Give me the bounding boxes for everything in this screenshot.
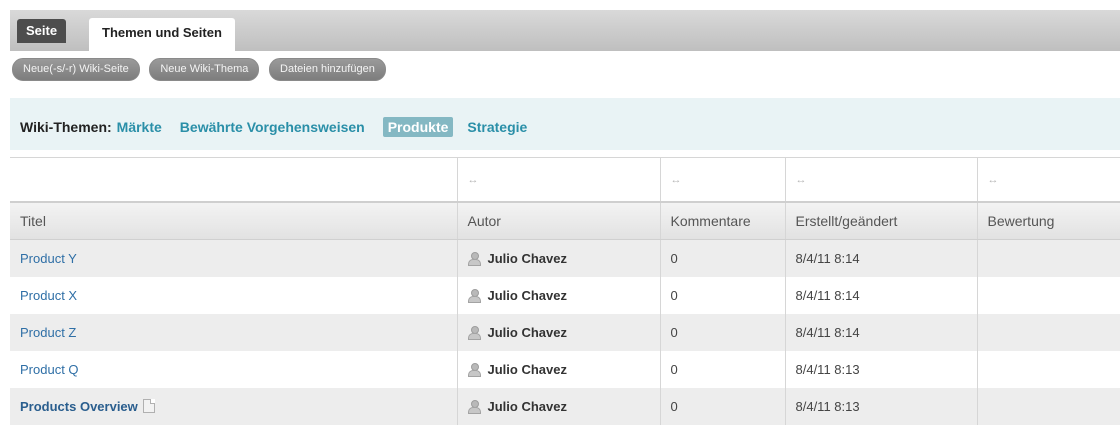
pages-table: ↔ ↔ ↔ ↔ Titel Autor Kommentare Erstellt/… bbox=[10, 157, 1120, 425]
rating-cell bbox=[977, 351, 1120, 388]
author-name: Julio Chavez bbox=[487, 288, 567, 303]
new-wiki-page-button[interactable]: Neue(-s/-r) Wiki-Seite bbox=[12, 58, 140, 81]
comment-count: 0 bbox=[660, 277, 786, 314]
tab-page[interactable]: Seite bbox=[17, 19, 67, 43]
column-header-author[interactable]: Autor bbox=[457, 201, 661, 240]
column-resize-row: ↔ ↔ ↔ ↔ bbox=[10, 157, 1120, 202]
rating-cell bbox=[977, 277, 1120, 314]
comment-count: 0 bbox=[660, 388, 786, 425]
table-row: Product Y Julio Chavez 0 8/4/11 8:14 bbox=[10, 239, 1120, 277]
topic-link-markets[interactable]: Märkte bbox=[117, 119, 162, 135]
comment-count: 0 bbox=[660, 239, 786, 277]
column-resize-handle[interactable]: ↔ bbox=[988, 174, 999, 186]
page-title-link[interactable]: Product Y bbox=[20, 251, 77, 266]
column-resize-handle[interactable]: ↔ bbox=[671, 174, 682, 186]
rating-cell bbox=[977, 314, 1120, 351]
modified-date: 8/4/11 8:13 bbox=[785, 388, 978, 425]
comment-count: 0 bbox=[660, 314, 786, 351]
rating-cell bbox=[977, 239, 1120, 277]
column-header-title[interactable]: Titel bbox=[10, 201, 458, 240]
table-row: Product X Julio Chavez 0 8/4/11 8:14 bbox=[10, 277, 1120, 314]
add-files-button[interactable]: Dateien hinzufügen bbox=[269, 58, 386, 81]
page-icon bbox=[142, 399, 155, 413]
resize-spacer bbox=[10, 157, 458, 202]
user-icon bbox=[467, 289, 481, 303]
table-row: Products Overview Julio Chavez 0 8/4/11 … bbox=[10, 388, 1120, 425]
page-title-link[interactable]: Product Z bbox=[20, 325, 76, 340]
wiki-topics-label: Wiki-Themen: bbox=[20, 119, 112, 135]
table-row: Product Z Julio Chavez 0 8/4/11 8:14 bbox=[10, 314, 1120, 351]
page-title-link[interactable]: Product Q bbox=[20, 362, 79, 377]
author-name: Julio Chavez bbox=[487, 399, 567, 414]
topic-link-best-practices[interactable]: Bewährte Vorgehensweisen bbox=[180, 119, 365, 135]
rating-cell bbox=[977, 388, 1120, 425]
modified-date: 8/4/11 8:14 bbox=[785, 277, 978, 314]
topic-link-products[interactable]: Produkte bbox=[382, 117, 454, 137]
new-wiki-topic-button[interactable]: Neue Wiki-Thema bbox=[149, 58, 260, 81]
author-name: Julio Chavez bbox=[487, 251, 567, 266]
tab-topics-and-pages[interactable]: Themen und Seiten bbox=[89, 18, 235, 51]
column-resize-handle[interactable]: ↔ bbox=[796, 174, 807, 186]
topic-link-strategy[interactable]: Strategie bbox=[467, 119, 527, 135]
modified-date: 8/4/11 8:14 bbox=[785, 239, 978, 277]
column-header-rating[interactable]: Bewertung bbox=[977, 201, 1120, 240]
page-title-link[interactable]: Product X bbox=[20, 288, 77, 303]
modified-date: 8/4/11 8:13 bbox=[785, 351, 978, 388]
table-header-row: Titel Autor Kommentare Erstellt/geändert… bbox=[10, 201, 1120, 240]
column-header-comments[interactable]: Kommentare bbox=[660, 201, 786, 240]
author-name: Julio Chavez bbox=[487, 325, 567, 340]
user-icon bbox=[467, 400, 481, 414]
user-icon bbox=[467, 363, 481, 377]
author-name: Julio Chavez bbox=[487, 362, 567, 377]
modified-date: 8/4/11 8:14 bbox=[785, 314, 978, 351]
table-row: Product Q Julio Chavez 0 8/4/11 8:13 bbox=[10, 351, 1120, 388]
wiki-topics-bar: Wiki-Themen: Märkte Bewährte Vorgehenswe… bbox=[10, 98, 1120, 150]
user-icon bbox=[467, 252, 481, 266]
user-icon bbox=[467, 326, 481, 340]
column-resize-handle[interactable]: ↔ bbox=[468, 174, 479, 186]
page-title-link[interactable]: Products Overview bbox=[20, 399, 138, 414]
comment-count: 0 bbox=[660, 351, 786, 388]
column-header-modified[interactable]: Erstellt/geändert bbox=[785, 201, 978, 240]
action-bar: Neue(-s/-r) Wiki-Seite Neue Wiki-Thema D… bbox=[12, 58, 392, 81]
tab-bar: Seite Themen und Seiten bbox=[10, 10, 1120, 51]
